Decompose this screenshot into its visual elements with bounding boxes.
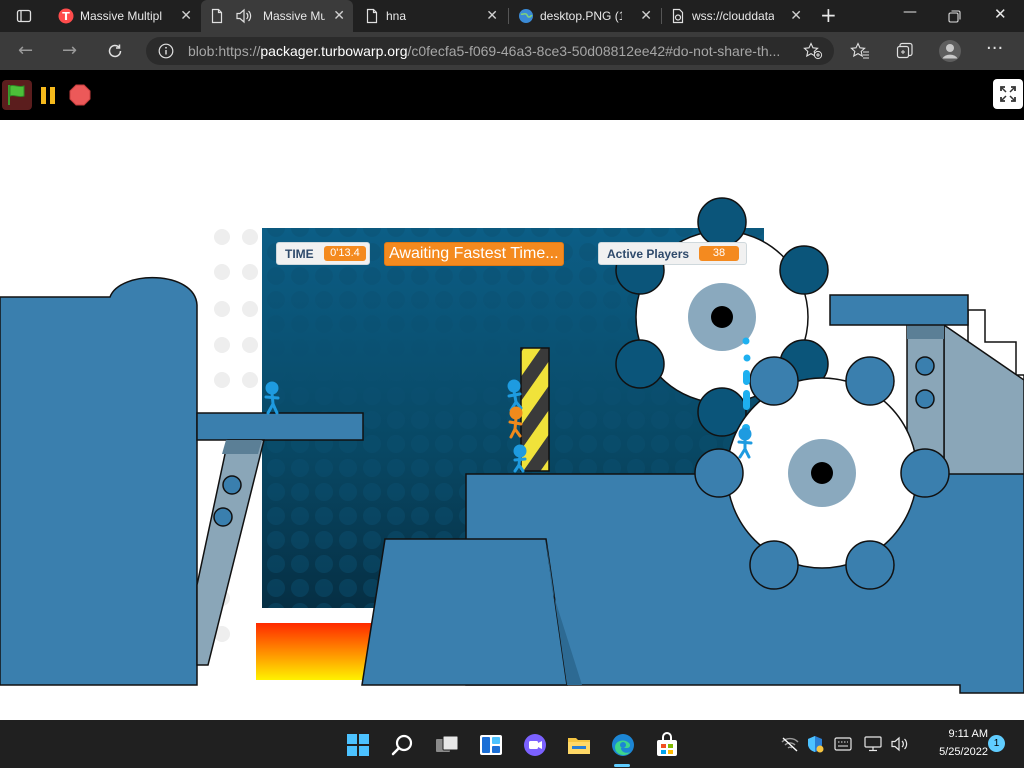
green-flag-icon [8,84,25,105]
url-path: /c0fecfa5-f069-46a3-8ce3-50d08812ee42#do… [407,43,781,59]
volume-icon[interactable] [890,736,910,752]
windows-taskbar: 9:11 AM 5/25/2022 1 [0,720,1024,768]
security-shield-icon[interactable] [806,735,824,753]
fullscreen-button[interactable] [993,79,1023,109]
teams-chat-icon[interactable] [522,732,548,758]
game-stage[interactable]: TIME 0'13.4 Awaiting Fastest Time... Act… [0,120,1024,720]
url-host: packager.turbowarp.org [260,43,408,59]
close-icon[interactable]: ✕ [486,7,498,24]
widgets-icon[interactable] [478,732,504,758]
tab-massive-multiplayer-1[interactable]: T Massive Multipla ✕ [50,0,200,32]
tab-title: wss://clouddata. [692,9,774,23]
start-icon[interactable] [345,732,371,758]
left-ledge [196,412,364,441]
active-app-indicator [614,764,630,767]
tab-title: Massive Multipla [80,9,162,23]
url-prefix: blob:https:// [188,43,261,59]
clock-time[interactable]: 9:11 AM [924,728,988,740]
url-field[interactable]: blob:https://packager.turbowarp.org/c0fe… [146,37,834,65]
active-players-display: Active Players 38 [598,242,747,265]
file-explorer-icon[interactable] [566,732,592,758]
trapezoid-block [361,538,568,686]
notification-badge[interactable]: 1 [988,735,1005,752]
keyboard-icon[interactable] [834,737,852,751]
speaker-icon[interactable] [235,8,253,24]
active-players-count: 38 [699,246,739,261]
page-icon [366,8,378,24]
time-label: TIME [285,247,314,261]
tab-massive-multiplayer-2[interactable]: Massive Mu ✕ [201,0,353,32]
right-top-platform [829,294,969,326]
restore-icon[interactable] [948,10,961,23]
time-value: 0'13.4 [324,246,366,261]
network-off-icon[interactable] [780,736,800,752]
tab-title: desktop.PNG (10 [540,9,622,23]
search-icon[interactable] [390,732,416,758]
globe-icon [519,9,533,23]
tab-actions-icon[interactable] [16,8,32,24]
page-icon [672,8,684,24]
screen: T Massive Multipla ✕ Massive Mu ✕ hna ✕ … [0,0,1024,768]
tab-hna[interactable]: hna ✕ [356,0,506,32]
time-display: TIME 0'13.4 [276,242,370,265]
display-icon[interactable] [864,736,882,752]
url-text: blob:https://packager.turbowarp.org/c0fe… [188,43,788,59]
page-icon [211,8,223,24]
close-window-icon[interactable]: ✕ [994,5,1007,23]
stop-button[interactable] [69,84,91,106]
address-bar: ← → blob:https://packager.turbowarp.org/… [0,32,1024,70]
forward-icon[interactable]: → [62,40,77,61]
task-view-icon[interactable] [434,732,460,758]
collections-icon[interactable] [896,42,914,60]
back-icon[interactable]: ← [18,40,33,61]
game-scene [0,197,1024,694]
fastest-time-banner: Awaiting Fastest Time... [384,242,564,266]
tab-desktop-png[interactable]: desktop.PNG (10 ✕ [510,0,660,32]
strut-bolt [213,507,233,527]
strut-bolt [222,475,242,495]
edge-icon[interactable] [610,732,636,758]
new-tab-icon[interactable]: + [820,3,837,27]
green-flag-button[interactable] [2,80,32,110]
pillar-bolt [915,356,935,376]
tab-title: Massive Mu [263,9,325,23]
tab-separator [508,8,509,24]
settings-more-icon[interactable]: ··· [986,38,1003,59]
close-icon[interactable]: ✕ [180,7,192,24]
store-icon[interactable] [654,732,680,758]
pillar-bolt [915,389,935,409]
add-favorite-icon[interactable] [803,42,823,60]
project-controls-bar [0,70,1024,120]
left-platform-block [0,277,198,686]
turbowarp-icon: T [58,8,74,24]
close-icon[interactable]: ✕ [790,7,802,24]
clock-date[interactable]: 5/25/2022 [918,746,988,758]
info-icon[interactable] [158,43,174,59]
favorites-icon[interactable] [850,42,870,60]
close-icon[interactable]: ✕ [333,7,345,24]
fullscreen-icon [1000,86,1016,102]
left-support-strut [196,439,265,666]
tab-title: hna [386,9,407,23]
pause-button[interactable] [38,86,58,106]
browser-tab-strip: T Massive Multipla ✕ Massive Mu ✕ hna ✕ … [0,0,1024,32]
close-icon[interactable]: ✕ [640,7,652,24]
svg-text:T: T [62,10,70,23]
lava-hazard [256,623,376,680]
minimize-icon[interactable]: — [903,4,917,20]
profile-avatar[interactable] [938,39,962,63]
active-players-label: Active Players [607,247,690,261]
tab-wss-clouddata[interactable]: wss://clouddata. ✕ [662,0,810,32]
refresh-icon[interactable] [106,42,124,60]
